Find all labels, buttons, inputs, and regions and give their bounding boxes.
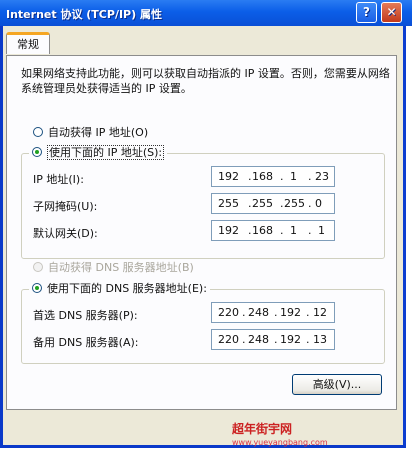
intro-text: 如果网络支持此功能，则可以获取自动指派的 IP 设置。否则，您需要从网络系统管理…	[21, 67, 390, 95]
ip-octet: 1	[290, 224, 297, 237]
tab-general[interactable]: 常规	[6, 32, 50, 54]
auto-dns-radio[interactable]	[33, 262, 43, 272]
manual-dns-radio[interactable]	[32, 283, 42, 293]
title-bar: Internet 协议 (TCP/IP) 属性 ? ✕	[0, 0, 412, 26]
alternate-dns-field[interactable]: 220 . 248 . 192 . 13	[211, 329, 335, 350]
subnet-mask-label: 子网掩码(U):	[33, 200, 98, 213]
watermark-url: www.yueyangbang.com	[232, 438, 328, 447]
advanced-button[interactable]: 高级(V)...	[292, 374, 382, 395]
ip-octet: 192	[218, 224, 239, 237]
ip-address-label: IP 地址(I):	[33, 173, 84, 186]
ip-octet: 23	[315, 170, 329, 183]
ip-octet: 192	[280, 306, 301, 319]
ip-octet: 12	[313, 306, 327, 319]
ip-octet: 192	[218, 170, 239, 183]
manual-ip-option[interactable]: 使用下面的 IP 地址(S):	[29, 145, 168, 160]
ip-octet: 1	[318, 224, 325, 237]
ip-octet: 1	[290, 170, 297, 183]
general-panel: 如果网络支持此功能，则可以获取自动指派的 IP 设置。否则，您需要从网络系统管理…	[6, 55, 397, 410]
help-button[interactable]: ?	[356, 2, 377, 23]
auto-ip-label: 自动获得 IP 地址(O)	[48, 126, 149, 139]
ip-octet: 255	[252, 197, 273, 210]
ip-octet: 13	[313, 333, 327, 346]
auto-ip-radio[interactable]	[33, 127, 43, 137]
dns-group	[21, 289, 385, 364]
ip-octet: 248	[248, 333, 269, 346]
auto-dns-label: 自动获得 DNS 服务器地址(B)	[48, 261, 194, 274]
ip-octet: 220	[218, 306, 239, 319]
ip-octet: 0	[315, 197, 322, 210]
ip-octet: 255	[284, 197, 305, 210]
preferred-dns-field[interactable]: 220 . 248 . 192 . 12	[211, 302, 335, 323]
manual-ip-radio[interactable]	[32, 147, 42, 157]
preferred-dns-label: 首选 DNS 服务器(P):	[33, 309, 138, 322]
ip-octet: 255	[218, 197, 239, 210]
manual-ip-label: 使用下面的 IP 地址(S):	[47, 145, 165, 160]
window-title: Internet 协议 (TCP/IP) 属性	[6, 8, 162, 21]
watermark: 超年街宇网 www.yueyangbang.com	[232, 420, 328, 447]
tab-strip: 常规	[6, 32, 406, 56]
default-gateway-label: 默认网关(D):	[33, 227, 98, 240]
watermark-text: 超年街宇网	[232, 422, 293, 436]
ip-octet: 220	[218, 333, 239, 346]
close-button[interactable]: ✕	[381, 2, 402, 23]
auto-ip-option[interactable]: 自动获得 IP 地址(O)	[33, 126, 148, 140]
ip-octet: 168	[252, 170, 273, 183]
manual-dns-label: 使用下面的 DNS 服务器地址(E):	[47, 282, 207, 295]
ip-octet: 168	[252, 224, 273, 237]
ip-octet: 248	[248, 306, 269, 319]
default-gateway-field[interactable]: 192 . 168 . 1 . 1	[211, 220, 335, 241]
alternate-dns-label: 备用 DNS 服务器(A):	[33, 336, 139, 349]
ip-address-field[interactable]: 192 . 168 . 1 . 23	[211, 166, 335, 187]
ip-octet: 192	[280, 333, 301, 346]
auto-dns-option[interactable]: 自动获得 DNS 服务器地址(B)	[33, 261, 194, 275]
subnet-mask-field[interactable]: 255 . 255 . 255 . 0	[211, 193, 335, 214]
manual-dns-option[interactable]: 使用下面的 DNS 服务器地址(E):	[29, 282, 210, 296]
